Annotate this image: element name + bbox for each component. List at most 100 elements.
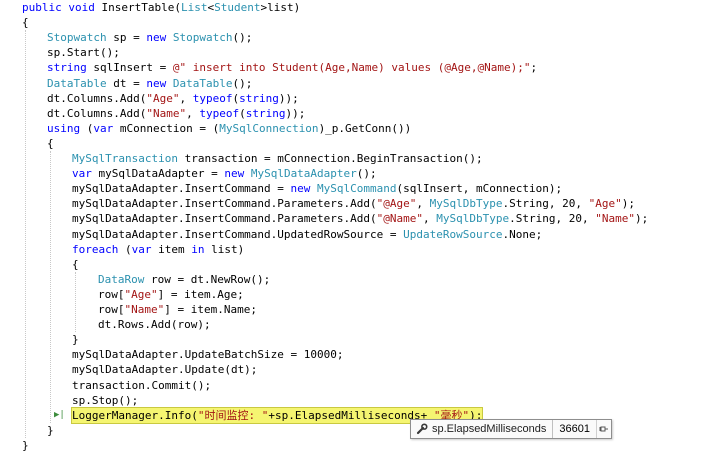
code-text: mySqlDataAdapter.InsertCommand = new MyS… [72, 181, 562, 196]
keyword-token: using [47, 121, 81, 135]
code-line[interactable]: mySqlDataAdapter.InsertCommand.UpdatedRo… [0, 227, 715, 242]
code-token: sqlInsert = [86, 61, 173, 75]
keyword-token: new [290, 182, 311, 196]
code-text: dt.Columns.Add("Age", typeof(string)); [47, 91, 299, 106]
code-token: , [416, 197, 430, 211]
code-line[interactable]: string sqlInsert = @" insert into Studen… [0, 60, 715, 75]
datatip[interactable]: sp.ElapsedMilliseconds 36601 [410, 419, 612, 439]
indent-guide [75, 271, 76, 333]
keyword-token: var [131, 242, 152, 256]
type-token: UpdateRowSource [403, 227, 503, 241]
code-token: transaction.Commit(); [72, 378, 212, 392]
string-token: "Age" [146, 91, 180, 105]
code-editor[interactable]: public void InsertTable(List<Student>lis… [0, 0, 715, 452]
code-line[interactable]: MySqlTransaction transaction = mConnecti… [0, 151, 715, 166]
code-line[interactable]: Stopwatch sp = new Stopwatch(); [0, 30, 715, 45]
code-token: mConnection = ( [113, 121, 220, 135]
code-line[interactable]: { [0, 136, 715, 151]
type-token: List [180, 1, 208, 14]
keyword-token: string [245, 106, 286, 120]
code-line[interactable]: mySqlDataAdapter.Update(dt); [0, 362, 715, 377]
code-text: DataRow row = dt.NewRow(); [98, 272, 270, 287]
code-line[interactable]: sp.Stop(); [0, 393, 715, 408]
code-line[interactable]: } [0, 332, 715, 347]
code-token: dt = [106, 76, 147, 90]
code-line[interactable]: { [0, 15, 715, 30]
keyword-token: typeof [199, 106, 240, 120]
code-token: ; [530, 61, 538, 75]
code-text: { [22, 15, 29, 30]
code-token: (); [232, 31, 253, 45]
type-token: Stopwatch [47, 31, 107, 45]
code-token: mySqlDataAdapter.InsertCommand = [72, 182, 291, 196]
code-line[interactable]: var mySqlDataAdapter = new MySqlDataAdap… [0, 166, 715, 181]
keyword-token: public [22, 1, 62, 14]
string-token: "时间监控: " [197, 408, 269, 422]
code-line[interactable]: transaction.Commit(); [0, 378, 715, 393]
type-token: DataTable [47, 76, 107, 90]
code-line[interactable]: mySqlDataAdapter.InsertCommand.Parameter… [0, 196, 715, 211]
keyword-token: string [239, 91, 279, 105]
code-token: mySqlDataAdapter.InsertCommand.Parameter… [72, 212, 377, 226]
string-token: "@Age" [376, 197, 417, 211]
code-token: row[ [98, 303, 125, 316]
code-line[interactable]: public void InsertTable(List<Student>lis… [0, 0, 715, 15]
datatip-value[interactable]: 36601 [553, 420, 596, 438]
code-line[interactable]: sp.Start(); [0, 45, 715, 60]
code-line[interactable]: DataRow row = dt.NewRow(); [0, 272, 715, 287]
code-token: sp = [106, 31, 147, 45]
code-token: ] = item.Age; [157, 287, 244, 301]
code-line[interactable]: foreach (var item in list) [0, 242, 715, 257]
code-line[interactable]: { [0, 257, 715, 272]
code-line[interactable]: mySqlDataAdapter.UpdateBatchSize = 10000… [0, 347, 715, 362]
code-line[interactable]: mySqlDataAdapter.InsertCommand.Parameter… [0, 211, 715, 226]
code-line[interactable]: mySqlDataAdapter.InsertCommand = new MyS… [0, 181, 715, 196]
code-text: using (var mConnection = (MySqlConnectio… [47, 121, 411, 136]
string-token: @" insert into Student(Age,Name) values … [172, 61, 531, 75]
code-text: foreach (var item in list) [72, 242, 244, 257]
code-token: ( [118, 242, 132, 256]
code-token: ); [621, 197, 635, 211]
keyword-token: new [146, 76, 167, 90]
code-token: { [47, 136, 54, 150]
type-token: MySqlConnection [219, 121, 319, 135]
code-token: .None; [502, 227, 543, 241]
code-text: DataTable dt = new DataTable(); [47, 76, 252, 91]
code-line[interactable]: } [0, 438, 715, 453]
code-token: >list) [260, 1, 301, 14]
keyword-token: in [191, 242, 205, 256]
code-token: { [22, 16, 29, 30]
code-token: sp.Start(); [47, 46, 120, 60]
code-line[interactable]: dt.Columns.Add("Name", typeof(string)); [0, 106, 715, 121]
code-text: { [47, 136, 54, 151]
type-token: MySqlDbType [429, 197, 503, 211]
code-line[interactable]: row["Name"] = item.Name; [0, 302, 715, 317]
indent-guide [50, 151, 51, 423]
step-arrow-icon[interactable]: ▶| [54, 408, 65, 423]
code-text: sp.Start(); [47, 45, 120, 60]
code-line[interactable]: dt.Columns.Add("Age", typeof(string)); [0, 91, 715, 106]
code-token: (); [232, 76, 253, 90]
type-token: MySqlDbType [436, 212, 510, 226]
code-text: dt.Columns.Add("Name", typeof(string)); [47, 106, 305, 121]
string-token: "Name" [595, 212, 635, 226]
code-token: row = dt.NewRow(); [144, 272, 271, 286]
string-token: "Age" [588, 197, 622, 211]
code-line[interactable]: dt.Rows.Add(row); [0, 317, 715, 332]
pin-icon[interactable] [595, 420, 611, 438]
code-line[interactable]: DataTable dt = new DataTable(); [0, 76, 715, 91]
code-line[interactable]: row["Age"] = item.Age; [0, 287, 715, 302]
code-token: )_p.GetConn()) [318, 121, 412, 135]
code-token: transaction = mConnection.BeginTransacti… [177, 152, 483, 165]
datatip-expression[interactable]: sp.ElapsedMilliseconds [430, 420, 554, 438]
code-token: , [179, 91, 193, 105]
code-token: item [151, 242, 192, 256]
code-token: } [22, 438, 29, 452]
code-text: mySqlDataAdapter.UpdateBatchSize = 10000… [72, 347, 344, 362]
code-line[interactable]: using (var mConnection = (MySqlConnectio… [0, 121, 715, 136]
keyword-token: new [146, 31, 167, 45]
code-token: )); [285, 106, 306, 120]
code-token: sp.Stop(); [72, 393, 139, 407]
